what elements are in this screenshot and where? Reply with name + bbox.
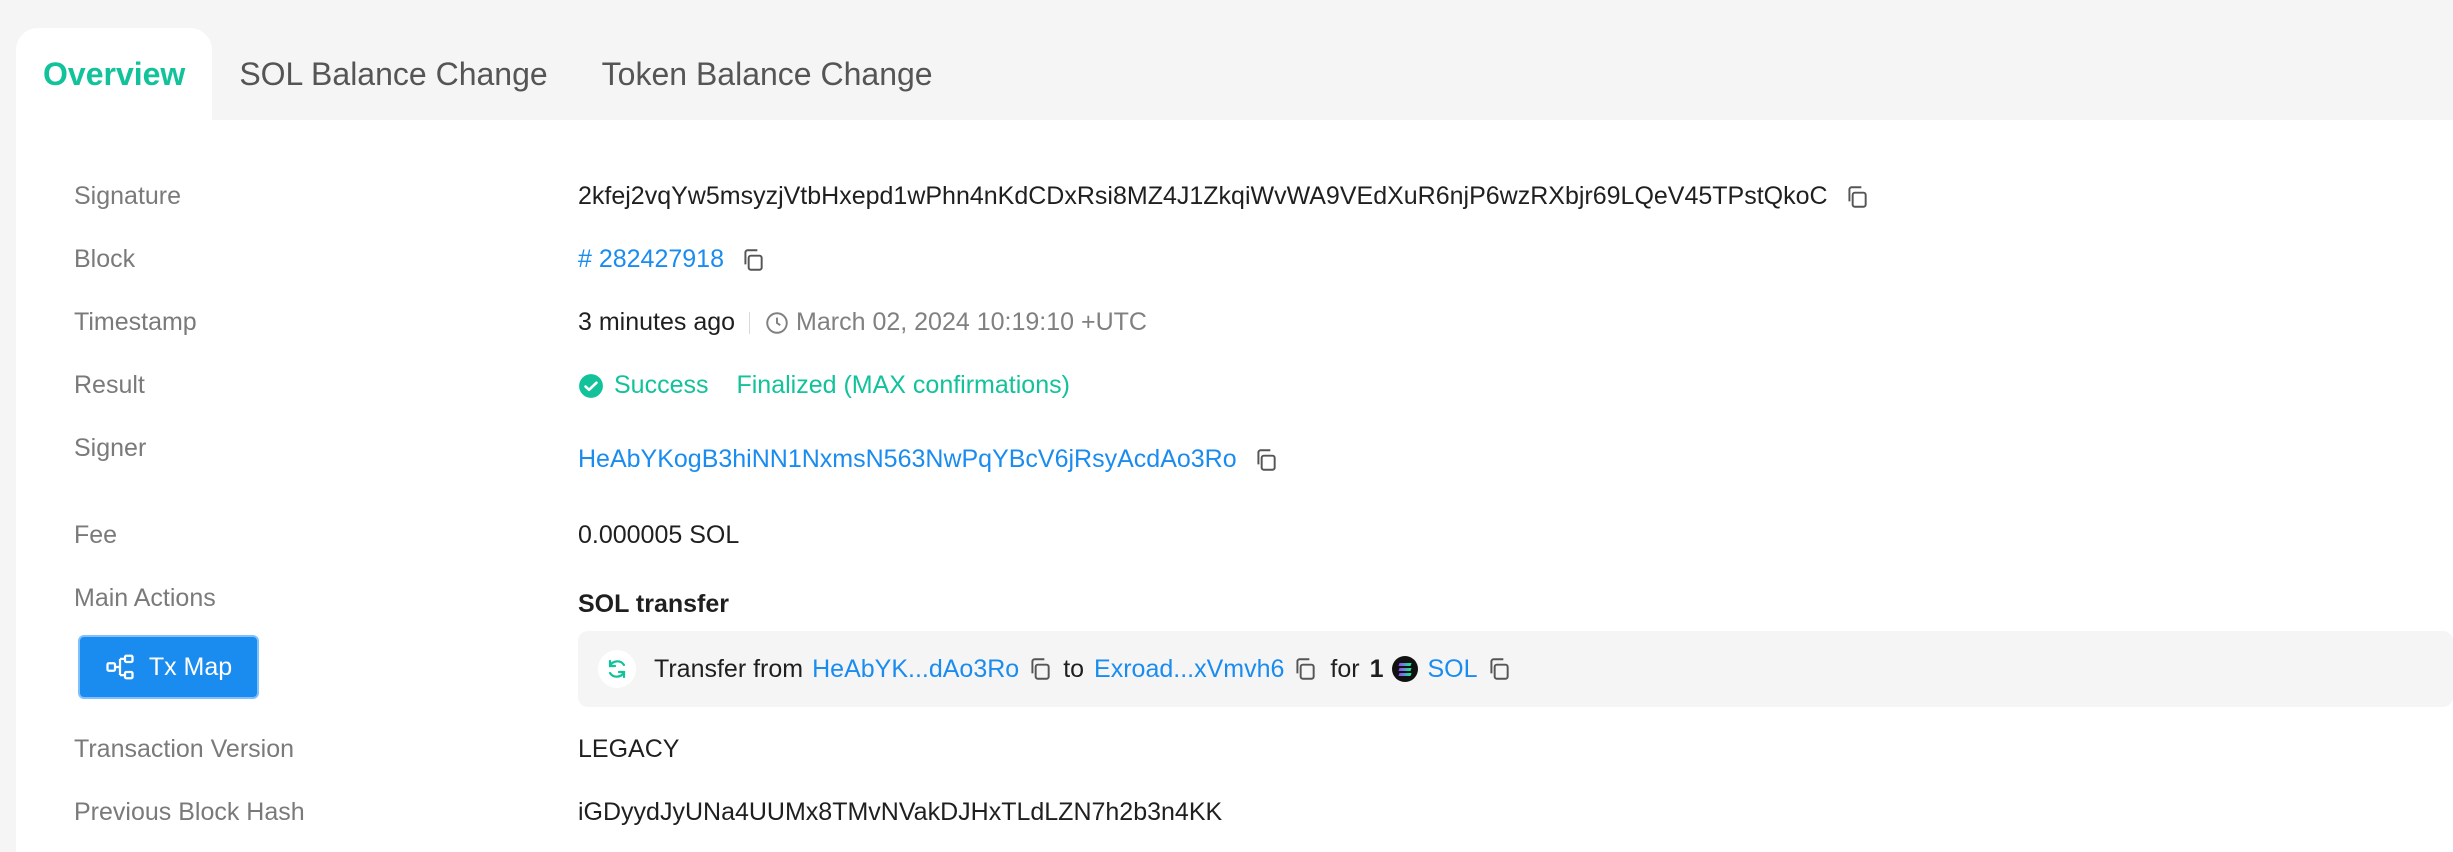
signature-value: 2kfej2vqYw5msyzjVtbHxepd1wPhn4nKdCDxRsi8…: [578, 182, 1828, 210]
copy-signature-icon[interactable]: [1844, 184, 1870, 210]
timestamp-absolute: March 02, 2024 10:19:10 +UTC: [796, 308, 1147, 336]
result-confirmation: Finalized (MAX confirmations): [736, 371, 1070, 399]
transaction-details-page: Overview SOL Balance Change Token Balanc…: [0, 0, 2453, 852]
transfer-for-word: for: [1330, 654, 1360, 683]
signature-label: Signature: [74, 182, 182, 210]
tab-overview[interactable]: Overview: [16, 28, 213, 120]
prev-hash-label: Previous Block Hash: [74, 798, 305, 826]
signature-row: 2kfej2vqYw5msyzjVtbHxepd1wPhn4nKdCDxRsi8…: [578, 182, 1870, 211]
version-value: LEGACY: [578, 735, 680, 763]
timestamp-row: 3 minutes ago March 02, 2024 10:19:10 +U…: [578, 308, 1147, 337]
fee-value: 0.000005 SOL: [578, 521, 740, 549]
transfer-to-word: to: [1063, 654, 1085, 683]
transfer-prefix: Transfer from: [654, 654, 804, 683]
prev-hash-value: iGDyydJyUNa4UUMx8TMvNVakDJHxTLdLZN7h2b3n…: [578, 798, 1223, 826]
block-label: Block: [74, 245, 136, 273]
clock-icon: [764, 310, 790, 336]
copy-from-icon[interactable]: [1027, 656, 1053, 682]
timestamp-relative: 3 minutes ago: [578, 308, 736, 336]
tx-map-icon: [106, 654, 134, 680]
tab-sol-balance-change[interactable]: SOL Balance Change: [212, 28, 574, 120]
check-circle-icon: [578, 373, 604, 399]
result-label: Result: [74, 371, 145, 399]
transfer-to-link[interactable]: Exroad...xVmvh6: [1094, 655, 1284, 684]
signer-label: Signer: [74, 434, 147, 462]
timestamp-divider: [749, 311, 751, 334]
tx-map-label: Tx Map: [148, 652, 233, 681]
tab-token-balance-change[interactable]: Token Balance Change: [575, 28, 960, 120]
sol-token-icon: [1391, 656, 1418, 682]
signer-row: HeAbYKogB3hiNN1NxmsN563NwPqYBcV6jRsyAcdA…: [578, 445, 1279, 474]
transfer-amount: 1: [1369, 654, 1384, 683]
main-actions-label: Main Actions: [74, 584, 216, 612]
tab-bar: Overview SOL Balance Change Token Balanc…: [16, 28, 960, 120]
transfer-from-link[interactable]: HeAbYK...dAo3Ro: [812, 655, 1019, 684]
copy-to-icon[interactable]: [1292, 656, 1318, 682]
transfer-action-card: Transfer from HeAbYK...dAo3Ro to Exroad.…: [578, 631, 2453, 707]
copy-token-icon[interactable]: [1486, 656, 1512, 682]
fee-label: Fee: [74, 521, 118, 549]
main-action-title: SOL transfer: [578, 590, 729, 618]
result-status: Success: [614, 371, 709, 399]
block-link[interactable]: # 282427918: [578, 245, 724, 274]
transfer-refresh-icon: [598, 650, 636, 688]
copy-block-icon[interactable]: [740, 247, 766, 273]
copy-signer-icon[interactable]: [1253, 447, 1279, 473]
tx-map-button[interactable]: Tx Map: [78, 635, 259, 699]
transfer-token-link[interactable]: SOL: [1428, 655, 1478, 684]
overview-panel: Signature 2kfej2vqYw5msyzjVtbHxepd1wPhn4…: [16, 120, 2453, 852]
version-label: Transaction Version: [74, 735, 295, 763]
timestamp-label: Timestamp: [74, 308, 197, 336]
result-row: Success Finalized (MAX confirmations): [578, 371, 1070, 400]
signer-link[interactable]: HeAbYKogB3hiNN1NxmsN563NwPqYBcV6jRsyAcdA…: [578, 445, 1237, 474]
block-row: # 282427918: [578, 245, 766, 274]
